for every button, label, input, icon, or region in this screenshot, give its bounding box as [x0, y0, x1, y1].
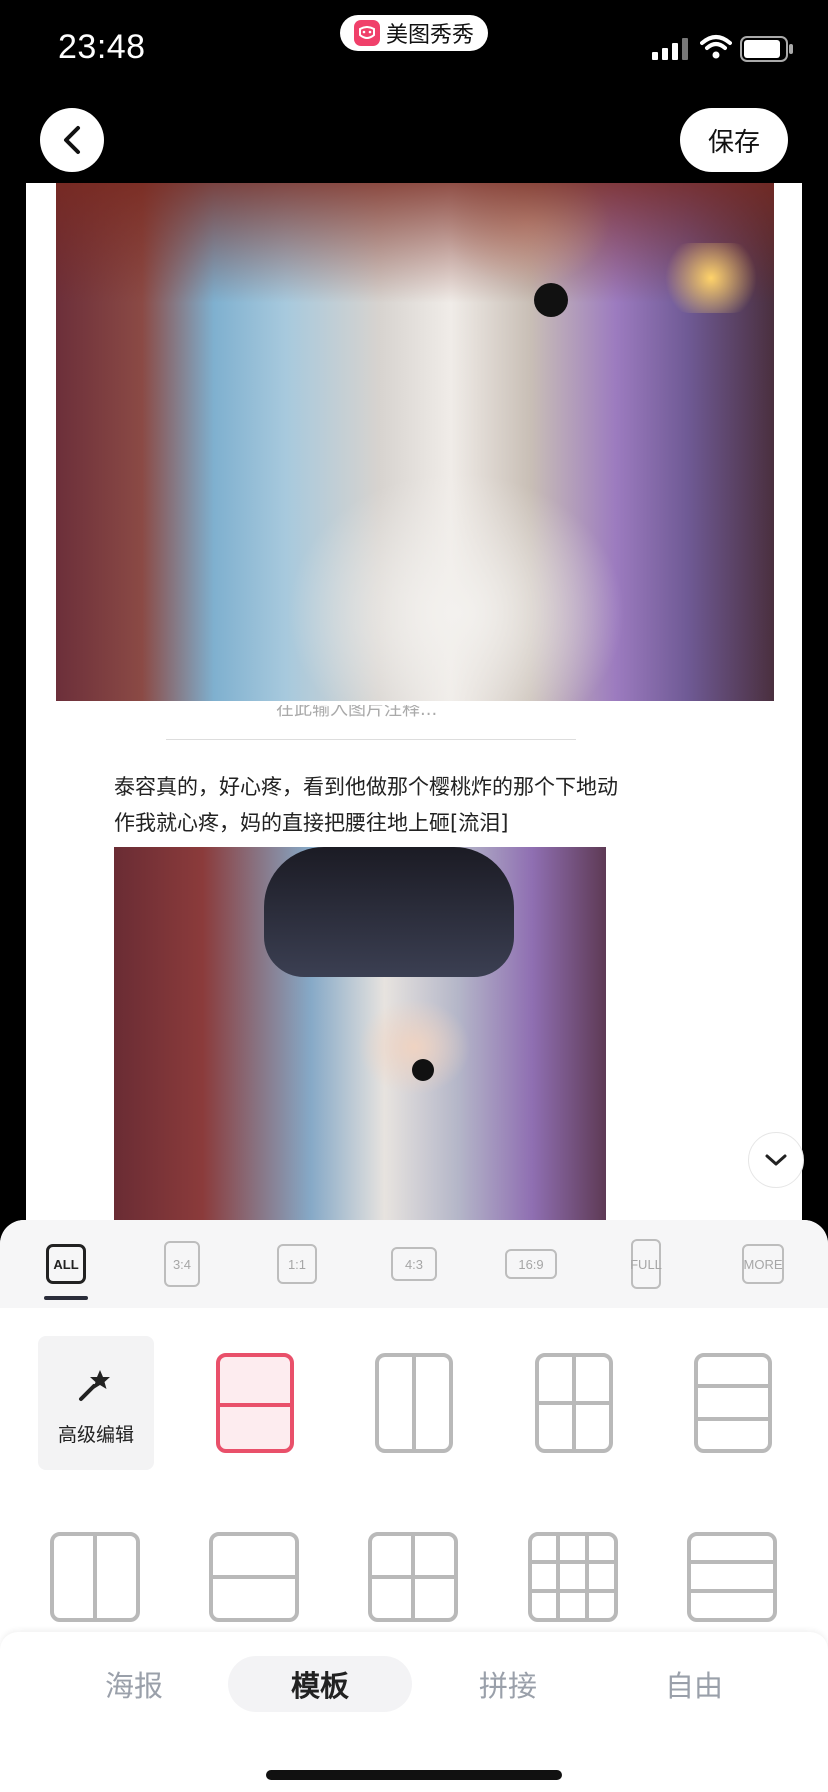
- status-time: 23:48: [58, 28, 146, 66]
- post-text: 泰容真的，好心疼，看到他做那个樱桃炸的那个下地动作我就心疼，妈的直接把腰往地上砸…: [114, 775, 618, 835]
- mode-tab-bar: 海报 模板 拼接 自由: [0, 1632, 828, 1792]
- template-square-3x3[interactable]: [528, 1532, 618, 1622]
- photo-bottom[interactable]: [114, 847, 606, 1223]
- ratio-active-indicator: [44, 1296, 88, 1300]
- signal-icon: [652, 38, 688, 60]
- ratio-1-1[interactable]: 1:1: [277, 1244, 317, 1284]
- meitu-logo-icon: [353, 20, 380, 46]
- photo-top[interactable]: [56, 183, 774, 701]
- caption-divider: [166, 739, 576, 740]
- template-square-3-rows[interactable]: [687, 1532, 777, 1622]
- ratio-16-9[interactable]: 16:9: [505, 1249, 557, 1279]
- template-square-2-rows[interactable]: [209, 1532, 299, 1622]
- stage-lights: [656, 243, 766, 313]
- app-name: 美图秀秀: [385, 23, 474, 48]
- ratio-4-3[interactable]: 4:3: [391, 1247, 437, 1281]
- scroll-down-button[interactable]: [748, 1132, 804, 1188]
- headset-mic: [412, 1059, 434, 1081]
- chevron-down-icon: [765, 1154, 787, 1166]
- template-2x2-grid[interactable]: [535, 1353, 613, 1453]
- tab-poster[interactable]: 海报: [72, 1656, 196, 1712]
- collage-canvas[interactable]: 在此输入图片注释... 泰容真的，好心疼，看到他做那个樱桃炸的那个下地动作我就心…: [26, 183, 802, 1223]
- template-square-2x2[interactable]: [368, 1532, 458, 1622]
- wand-icon: [79, 1370, 110, 1401]
- ratio-more[interactable]: MORE: [742, 1244, 784, 1284]
- template-3-rows[interactable]: [694, 1353, 772, 1453]
- back-icon: [64, 126, 80, 154]
- tab-stitch[interactable]: 拼接: [446, 1656, 570, 1712]
- aspect-ratio-bar: ALL 3:4 1:1 4:3 16:9 FULL MORE: [0, 1220, 828, 1308]
- tab-freestyle[interactable]: 自由: [632, 1656, 756, 1712]
- status-bar: 23:48 美图秀秀: [0, 0, 828, 100]
- home-indicator[interactable]: [266, 1770, 562, 1780]
- app-indicator-pill[interactable]: 美图秀秀: [340, 15, 488, 51]
- template-2-columns[interactable]: [375, 1353, 453, 1453]
- back-button[interactable]: [40, 108, 104, 172]
- template-square-2-columns[interactable]: [50, 1532, 140, 1622]
- headset-mic: [534, 283, 568, 317]
- advanced-edit-button[interactable]: 高级编辑: [38, 1336, 154, 1470]
- ratio-all[interactable]: ALL: [46, 1244, 86, 1284]
- advanced-edit-label: 高级编辑: [57, 1424, 134, 1446]
- template-2-rows-selected[interactable]: [216, 1353, 294, 1453]
- template-panel: ALL 3:4 1:1 4:3 16:9 FULL MORE 高级编辑 海报 模…: [0, 1220, 828, 1792]
- tab-template[interactable]: 模板: [228, 1656, 412, 1712]
- save-button[interactable]: 保存: [680, 108, 788, 172]
- ratio-full[interactable]: FULL: [630, 1239, 662, 1289]
- ratio-3-4[interactable]: 3:4: [164, 1241, 200, 1287]
- bandana: [264, 847, 514, 977]
- battery-icon: [740, 36, 793, 62]
- image-caption: 在此输入图片注释...: [276, 705, 438, 719]
- wifi-icon: [700, 35, 732, 59]
